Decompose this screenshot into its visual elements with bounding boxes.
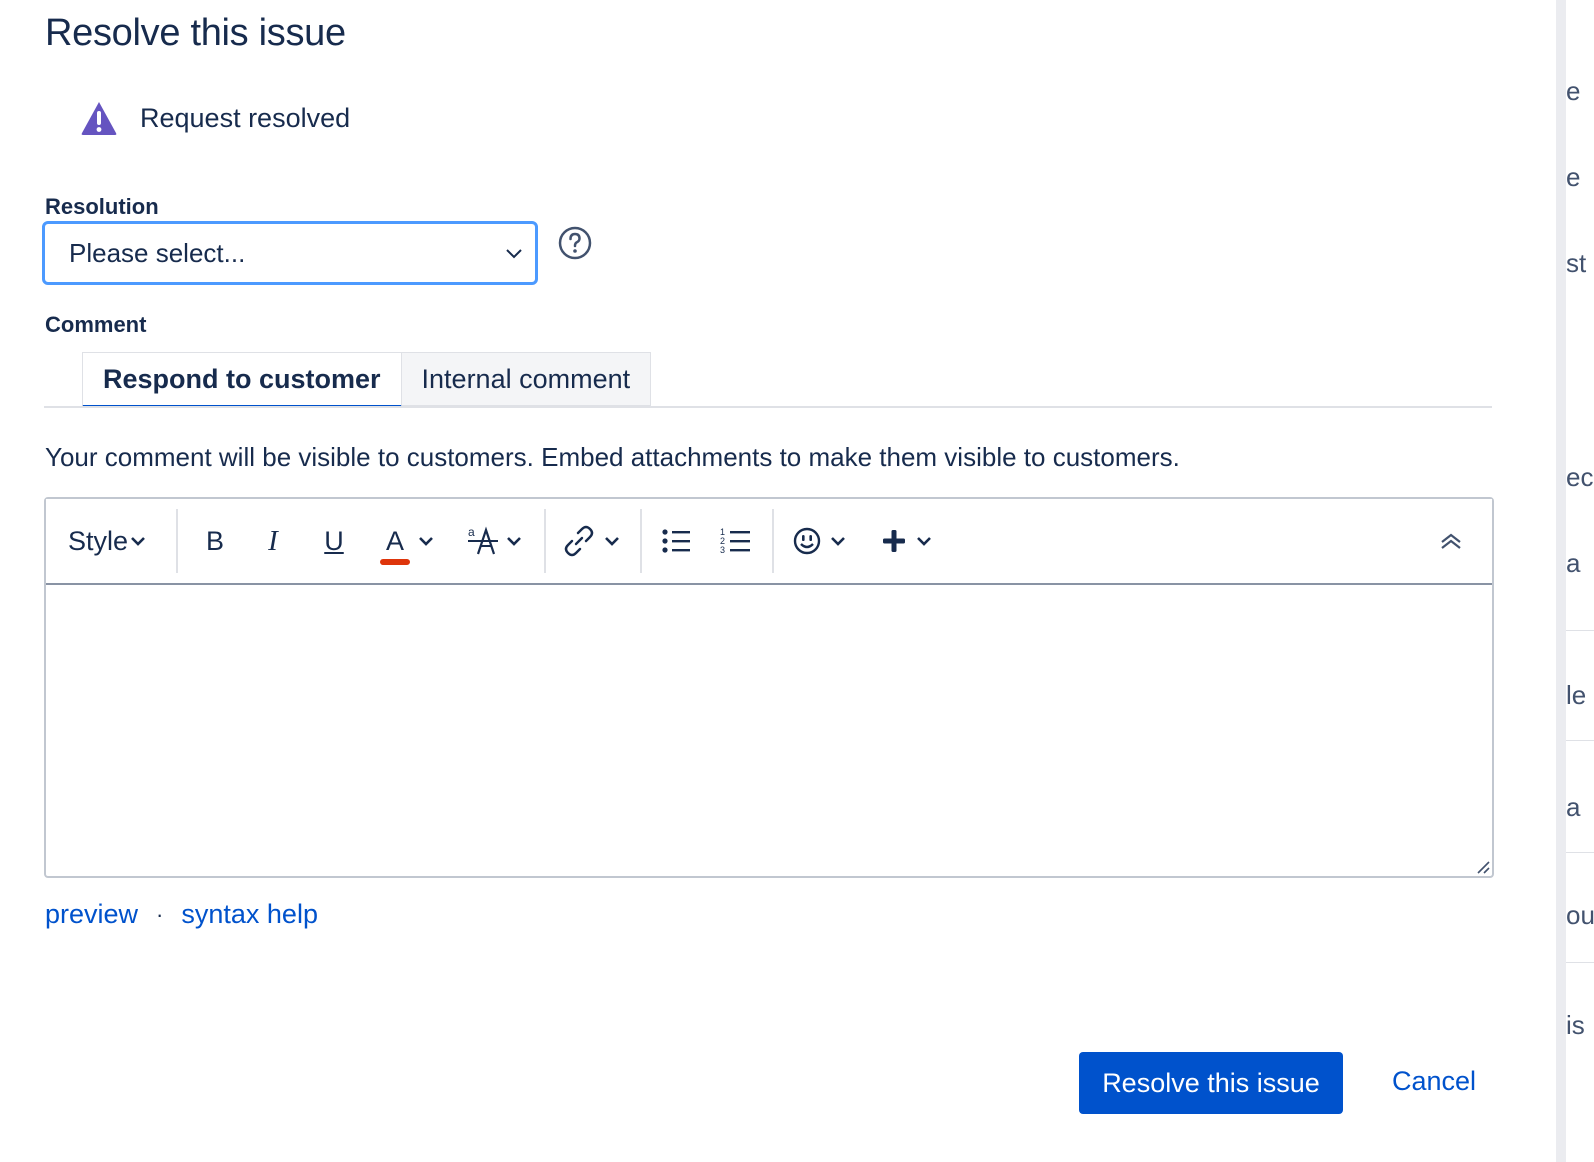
svg-text:3: 3	[720, 545, 725, 555]
toolbar-separator	[176, 509, 178, 573]
underline-button[interactable]: U	[319, 519, 349, 563]
chevron-down-icon	[917, 537, 931, 546]
chevron-double-up-icon	[1441, 533, 1461, 549]
comment-tabs: Respond to customer Internal comment	[82, 352, 652, 408]
link-button[interactable]	[562, 519, 620, 563]
link-icon	[564, 525, 594, 557]
resolve-issue-dialog: Resolve this issue Request resolved Reso…	[0, 0, 1556, 1162]
chevron-down-icon	[605, 537, 619, 546]
numbered-list-button[interactable]: 1 2 3	[720, 519, 752, 563]
background-page-edge: e e st ec a le a ou is	[1556, 0, 1594, 1162]
link-separator: ·	[156, 901, 164, 927]
smiley-icon	[793, 527, 821, 555]
background-text-fragment: ec	[1566, 462, 1594, 492]
resolution-label: Resolution	[45, 194, 159, 219]
resize-handle-icon[interactable]	[1474, 858, 1490, 874]
editor-toolbar: Style B I U A a 1 2 3	[46, 499, 1492, 585]
text-color-button[interactable]: A	[380, 519, 434, 565]
resolution-select-value: Please select...	[69, 238, 246, 268]
underline-label: U	[324, 525, 344, 556]
bold-button[interactable]: B	[200, 519, 230, 563]
italic-label: I	[268, 524, 278, 557]
plus-icon	[883, 530, 905, 552]
style-label: Style	[68, 525, 129, 556]
warning-triangle-icon	[81, 102, 117, 135]
help-icon[interactable]	[558, 226, 592, 260]
editor-links: preview · syntax help	[45, 899, 318, 930]
chevron-down-icon	[831, 537, 845, 546]
toolbar-separator	[544, 509, 546, 573]
chevron-down-icon	[419, 537, 433, 546]
syntax-help-link[interactable]: syntax help	[181, 899, 318, 930]
background-text-fragment: is	[1566, 1010, 1585, 1040]
resolve-issue-button[interactable]: Resolve this issue	[1079, 1052, 1343, 1114]
bold-label: B	[205, 525, 224, 556]
numbered-list-icon: 1 2 3	[720, 527, 750, 555]
collapse-toolbar-button[interactable]	[1438, 519, 1464, 563]
italic-button[interactable]: I	[258, 519, 288, 563]
comment-label: Comment	[45, 312, 147, 337]
background-divider	[1566, 740, 1594, 741]
chevron-down-icon	[131, 537, 145, 546]
text-color-label: A	[385, 525, 404, 556]
toolbar-separator	[772, 509, 774, 573]
background-text-fragment: ou	[1566, 900, 1594, 930]
svg-text:a: a	[468, 525, 475, 539]
bullet-list-icon	[662, 529, 690, 553]
dialog-title: Resolve this issue	[45, 12, 346, 54]
chevron-down-icon	[506, 249, 522, 259]
background-text-fragment: e	[1566, 76, 1581, 106]
status-notice: Request resolved	[80, 100, 350, 136]
preview-link[interactable]: preview	[45, 899, 138, 930]
comment-editor: Style B I U A a 1 2 3	[44, 497, 1494, 878]
style-dropdown-button[interactable]: Style	[68, 519, 146, 563]
visibility-hint: Your comment will be visible to customer…	[45, 442, 1180, 472]
strikethrough-superscript-icon: a	[468, 525, 498, 555]
text-effects-button[interactable]: a	[466, 519, 522, 563]
background-text-fragment: a	[1566, 792, 1581, 822]
tab-respond-to-customer[interactable]: Respond to customer	[82, 352, 402, 408]
chevron-down-icon	[507, 537, 521, 546]
resolution-select[interactable]: Please select...	[42, 221, 538, 285]
tab-internal-comment[interactable]: Internal comment	[401, 352, 652, 406]
emoji-button[interactable]	[792, 519, 846, 563]
background-text-fragment: le	[1566, 680, 1587, 710]
comment-textarea[interactable]	[46, 585, 1492, 876]
text-color-swatch	[380, 558, 410, 565]
background-text-fragment: a	[1566, 548, 1581, 578]
background-divider	[1566, 630, 1594, 631]
background-divider	[1566, 852, 1594, 853]
insert-more-button[interactable]	[880, 519, 932, 563]
cancel-button[interactable]: Cancel	[1392, 1066, 1476, 1097]
background-text-fragment: e	[1566, 162, 1581, 192]
text-color-glyph: A	[380, 525, 410, 565]
toolbar-separator	[640, 509, 642, 573]
tabs-divider	[44, 406, 1492, 408]
notice-text: Request resolved	[140, 102, 351, 133]
bullet-list-button[interactable]	[660, 519, 692, 563]
background-divider	[1566, 962, 1594, 963]
background-text-fragment: st	[1566, 248, 1587, 278]
